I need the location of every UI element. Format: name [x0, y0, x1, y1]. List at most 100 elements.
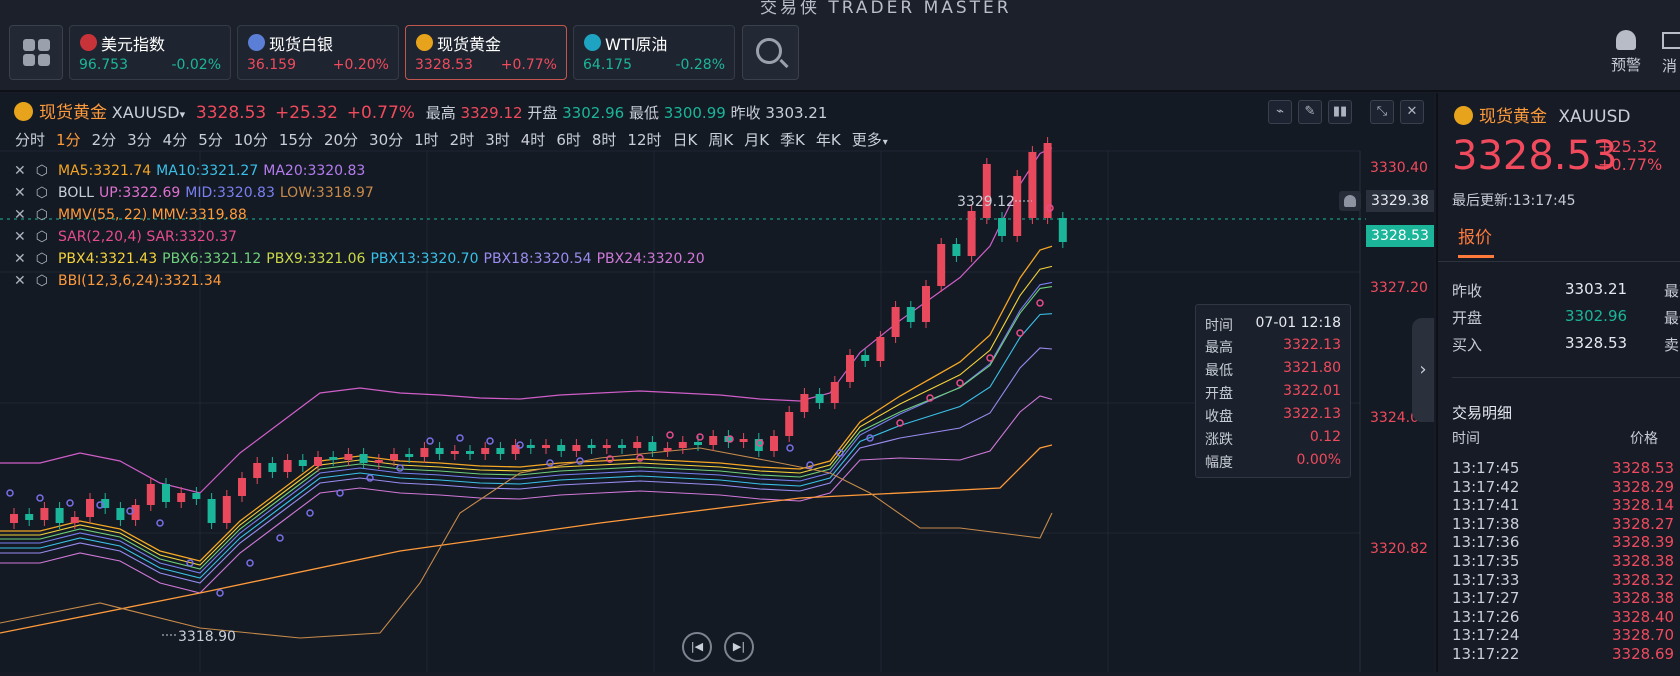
- candle: [390, 454, 398, 460]
- sar-dot: [6, 489, 14, 497]
- ticker-0[interactable]: 美元指数 96.753 -0.02%: [69, 25, 231, 80]
- timeframe-tab[interactable]: 2分: [92, 131, 117, 149]
- timeframe-tab[interactable]: 季K: [780, 131, 805, 149]
- timeframe-tab[interactable]: 更多: [852, 131, 882, 149]
- close-icon[interactable]: ✕: [14, 163, 26, 179]
- candle: [1028, 152, 1037, 218]
- chevron-right-icon: ›: [1419, 359, 1427, 380]
- shrink-button[interactable]: ⤡: [1370, 100, 1394, 124]
- scroll-left-button[interactable]: |◀: [682, 632, 712, 662]
- candle: [800, 394, 809, 412]
- candle: [344, 454, 353, 460]
- close-icon[interactable]: ✕: [14, 251, 26, 267]
- candle: [861, 355, 870, 361]
- timeframe-tab[interactable]: 月K: [744, 131, 769, 149]
- gear-icon[interactable]: ⬡: [36, 185, 48, 201]
- timeframe-tab[interactable]: 年K: [816, 131, 841, 149]
- close-icon[interactable]: ✕: [14, 207, 26, 223]
- candle: [922, 286, 930, 322]
- gear-icon[interactable]: ⬡: [36, 229, 48, 245]
- panel-toggle-button[interactable]: ›: [1412, 318, 1434, 422]
- search-button[interactable]: [742, 25, 799, 80]
- ticker-change: +0.20%: [332, 57, 389, 73]
- timeframe-tab[interactable]: 4分: [163, 131, 188, 149]
- timeframe-tab[interactable]: 5分: [198, 131, 223, 149]
- timeframe-tab[interactable]: 12时: [627, 131, 661, 149]
- ticker-price: 96.753: [79, 57, 128, 73]
- candle: [238, 478, 246, 496]
- timeframe-tab[interactable]: 2时: [450, 131, 475, 149]
- candle: [55, 508, 64, 523]
- gear-icon[interactable]: ⬡: [36, 273, 48, 289]
- timeframe-tab[interactable]: 3时: [485, 131, 510, 149]
- candle-type-button[interactable]: ▮▮: [1328, 100, 1352, 124]
- candle: [572, 445, 581, 451]
- timeframe-tab[interactable]: 分时: [15, 131, 45, 149]
- indicator-line: [0, 395, 1053, 594]
- candle: [329, 457, 338, 460]
- menu-grid-button[interactable]: [9, 25, 63, 80]
- quote-panel: 现货黄金 XAUUSD 3328.53 +25.32 +0.77% 最后更新:1…: [1436, 93, 1680, 672]
- timeframe-tab[interactable]: 1时: [414, 131, 439, 149]
- indicator-row: ✕ ⬡ BBI(12,3,6,24):3321.34: [14, 273, 227, 289]
- candle: [466, 451, 474, 454]
- ticker-1[interactable]: 现货白银 36.159 +0.20%: [237, 25, 399, 80]
- indicator-line: [0, 444, 1053, 634]
- gear-icon[interactable]: ⬡: [36, 251, 48, 267]
- caret-down-icon[interactable]: ▾: [180, 108, 186, 121]
- gear-icon[interactable]: ⬡: [36, 207, 48, 223]
- trades-title: 交易明细: [1452, 404, 1513, 422]
- timeframe-tab[interactable]: 20分: [324, 131, 358, 149]
- trade-row: 13:17:22 3328.69: [1452, 645, 1675, 663]
- sar-dot: [306, 509, 314, 517]
- shrink-icon: ⤡: [1376, 104, 1388, 119]
- sar-dot: [276, 534, 284, 542]
- ticker-change: -0.02%: [171, 57, 221, 73]
- close-chart-button[interactable]: ✕: [1400, 100, 1424, 124]
- timeframe-tab[interactable]: 8时: [592, 131, 617, 149]
- tooltip-row: 开盘 3322.01: [1205, 383, 1341, 402]
- candle: [846, 355, 854, 382]
- silver-icon: [248, 34, 265, 51]
- sar-dot: [156, 519, 164, 527]
- indicator-row: ✕ ⬡ MA5:3321.74 MA10:3321.27 MA20:3320.83: [14, 163, 370, 179]
- line-chart-icon: ⌁: [1276, 104, 1284, 119]
- timeframe-tab[interactable]: 10分: [234, 131, 268, 149]
- symbol-code[interactable]: XAUUSD: [112, 103, 180, 122]
- candle: [298, 460, 307, 466]
- indicator-value: BOLL: [57, 185, 94, 201]
- timeframe-tab[interactable]: 15分: [279, 131, 313, 149]
- timeframe-tab[interactable]: 6时: [556, 131, 581, 149]
- timeframe-tab[interactable]: 30分: [369, 131, 403, 149]
- indicator-value: PBX6:3321.12: [162, 251, 262, 267]
- trade-row: 13:17:42 3328.29: [1452, 477, 1675, 496]
- indicator-tool-button[interactable]: ⌁: [1268, 100, 1292, 124]
- candle: [770, 436, 778, 451]
- close-icon[interactable]: ✕: [14, 273, 26, 289]
- close-icon[interactable]: ✕: [14, 185, 26, 201]
- sar-dot: [456, 434, 464, 442]
- candle: [648, 442, 657, 451]
- ticker-3[interactable]: WTI原油 64.175 -0.28%: [573, 25, 735, 80]
- timeframe-tab[interactable]: 1分: [56, 131, 81, 149]
- ticker-2[interactable]: 现货黄金 3328.53 +0.77%: [405, 25, 567, 80]
- timeframe-tab[interactable]: 3分: [127, 131, 152, 149]
- close-icon[interactable]: ✕: [14, 229, 26, 245]
- alert-button[interactable]: 预警: [1606, 28, 1646, 75]
- draw-tool-button[interactable]: ✎: [1298, 100, 1322, 124]
- indicator-value: PBX4:3321.43: [57, 251, 158, 267]
- candle: [952, 244, 961, 256]
- trade-row: 13:17:36 3328.39: [1452, 533, 1675, 552]
- timeframe-tab[interactable]: 日K: [673, 131, 698, 149]
- tab-quote[interactable]: 报价: [1458, 223, 1492, 248]
- gold-icon: [1454, 106, 1473, 125]
- price-alert-button[interactable]: [1339, 191, 1361, 211]
- timeframe-tab[interactable]: 4时: [521, 131, 546, 149]
- candle: [830, 382, 839, 403]
- timeframe-tab[interactable]: 周K: [708, 131, 733, 149]
- candle: [359, 454, 368, 463]
- message-button[interactable]: 消: [1662, 28, 1680, 76]
- scroll-right-button[interactable]: ▶|: [724, 632, 754, 662]
- gear-icon[interactable]: ⬡: [36, 163, 48, 179]
- ticker-name: 美元指数: [101, 35, 166, 54]
